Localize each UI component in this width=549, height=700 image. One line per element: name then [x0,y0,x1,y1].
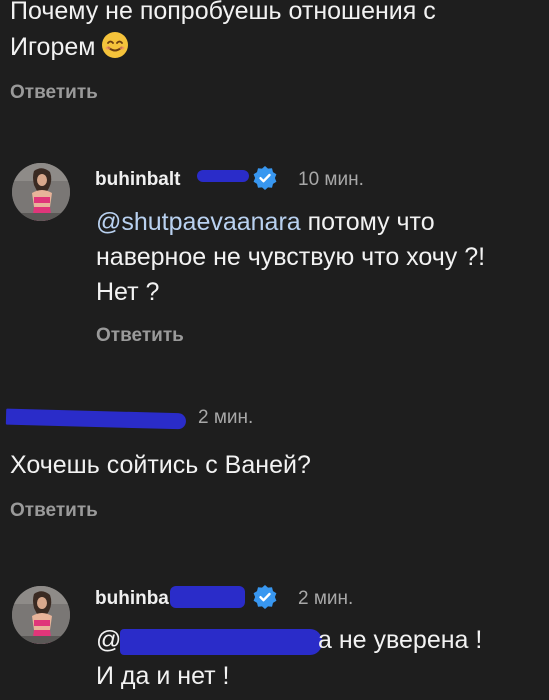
reply-button[interactable]: Ответить [96,325,184,347]
comment-text: Почему не попробуешь отношения с [10,0,436,25]
comment-text: @shutpaevaanara потому что [96,205,435,239]
redacted-mention [120,629,322,655]
username[interactable]: buhinba [95,588,169,610]
mention-link[interactable]: @shutpaevaanara [96,208,301,236]
smiling-face-icon [101,31,129,68]
avatar[interactable] [12,163,70,221]
redaction-mark [170,586,245,608]
comment-text-line2: Игорем [10,30,129,68]
comment-text: Хочешь сойтись с Ваней? [10,451,311,479]
avatar[interactable] [12,586,70,644]
comment-text: а не уверена ! [318,626,483,654]
redaction-mark [197,170,249,182]
comment-text-line3: Нет ? [96,278,160,306]
comment-text-span: Игорем [10,33,96,61]
verified-badge-icon [253,585,277,609]
mention-link[interactable]: @ [96,623,121,657]
comment-thread: Почему не попробуешь отношения с Игорем … [0,0,549,700]
username[interactable]: buhinbalt [95,169,180,191]
timestamp: 2 мин. [298,588,354,609]
comment-text-line2: И да и нет ! [96,662,230,690]
comment-text-line2: наверное не чувствую что хочу ?! [96,243,486,271]
reply-button[interactable]: Ответить [10,82,98,104]
timestamp: 2 мин. [198,407,254,428]
timestamp: 10 мин. [298,169,364,190]
comment-text-span: потому что [300,208,435,236]
redacted-username [5,408,187,430]
verified-badge-icon [253,166,277,190]
reply-button[interactable]: Ответить [10,500,98,522]
